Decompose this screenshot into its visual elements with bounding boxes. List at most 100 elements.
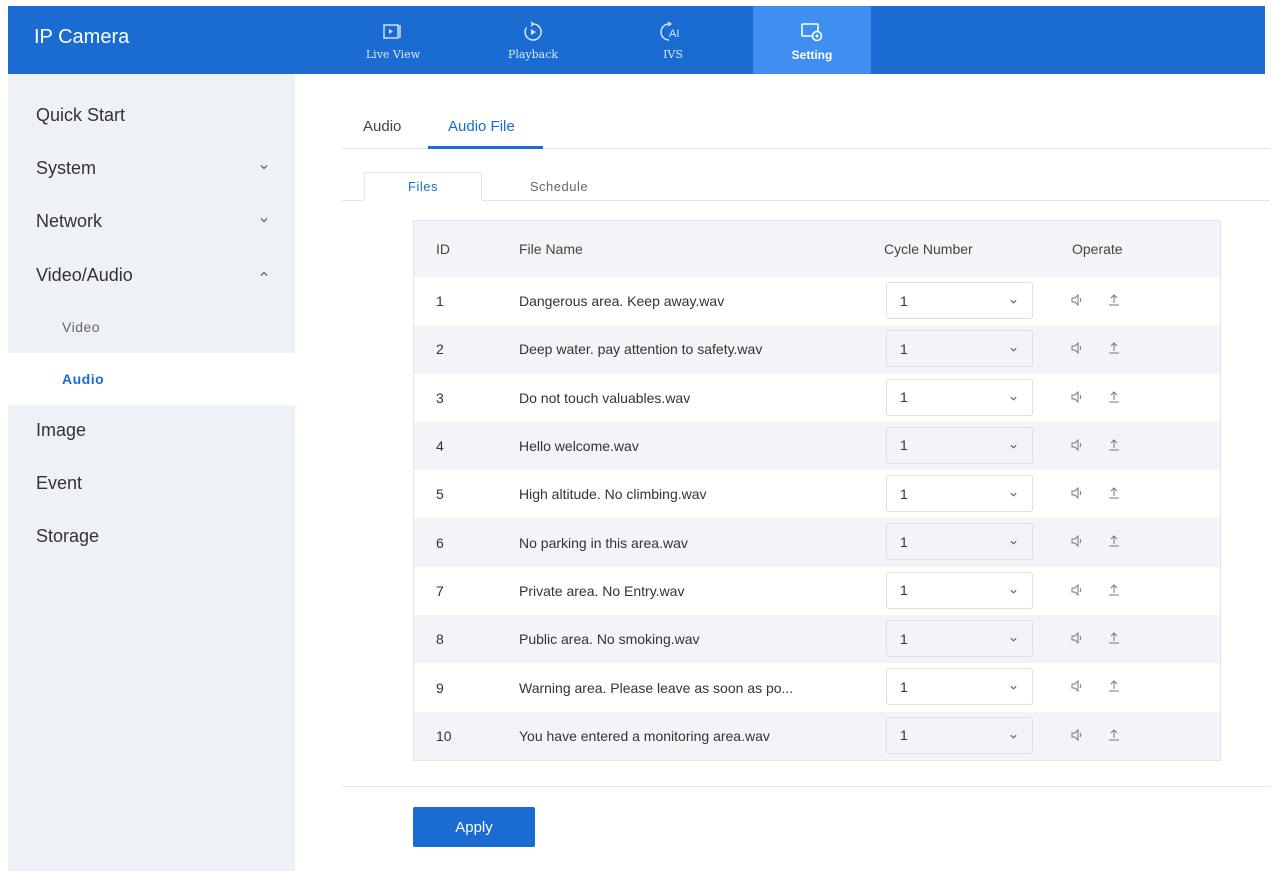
sidebar-item-storage[interactable]: Storage bbox=[8, 510, 295, 562]
upload-icon[interactable] bbox=[1106, 582, 1122, 598]
row-id: 8 bbox=[436, 631, 444, 648]
play-audio-icon[interactable] bbox=[1069, 437, 1085, 453]
row-id: 10 bbox=[436, 727, 452, 744]
cycle-number-select[interactable]: 1 bbox=[886, 620, 1033, 658]
play-audio-icon[interactable] bbox=[1069, 678, 1085, 694]
play-audio-icon[interactable] bbox=[1069, 727, 1085, 743]
nav-setting[interactable]: Setting bbox=[753, 6, 871, 74]
subtab-files[interactable]: Files bbox=[364, 172, 482, 201]
footer-divider bbox=[342, 786, 1270, 787]
cycle-number-value: 1 bbox=[900, 678, 908, 695]
svg-text:AI: AI bbox=[669, 28, 679, 40]
cycle-number-value: 1 bbox=[900, 485, 908, 502]
row-id: 9 bbox=[436, 679, 444, 696]
row-file-name: Do not touch valuables.wav bbox=[519, 389, 691, 406]
cycle-number-value: 1 bbox=[900, 340, 908, 357]
cycle-number-select[interactable]: 1 bbox=[886, 378, 1033, 416]
upload-icon[interactable] bbox=[1106, 533, 1122, 549]
cycle-number-select[interactable]: 1 bbox=[886, 716, 1033, 754]
cycle-number-value: 1 bbox=[900, 389, 908, 406]
sidebar-item-quick-start[interactable]: Quick Start bbox=[8, 89, 295, 141]
row-file-name: Deep water. pay attention to safety.wav bbox=[519, 341, 763, 358]
table-row: 9 Warning area. Please leave as soon as p… bbox=[414, 663, 1220, 711]
row-file-name: You have entered a monitoring area.wav bbox=[519, 727, 770, 744]
tab-audio-file[interactable]: Audio File bbox=[448, 118, 515, 135]
table-row: 6 No parking in this area.wav 1 bbox=[414, 518, 1220, 567]
sidebar-item-label: Video/Audio bbox=[36, 264, 133, 285]
play-audio-icon[interactable] bbox=[1069, 292, 1085, 308]
apply-button[interactable]: Apply bbox=[413, 807, 535, 847]
sidebar-item-label: System bbox=[36, 157, 97, 178]
cycle-number-select[interactable]: 1 bbox=[886, 426, 1033, 464]
cycle-number-select[interactable]: 1 bbox=[886, 668, 1033, 706]
upload-icon[interactable] bbox=[1106, 389, 1122, 405]
row-file-name: Private area. No Entry.wav bbox=[519, 582, 685, 599]
row-id: 4 bbox=[436, 438, 444, 455]
play-audio-icon[interactable] bbox=[1069, 340, 1085, 356]
upload-icon[interactable] bbox=[1106, 678, 1122, 694]
nav-live-view[interactable]: Live View bbox=[334, 6, 452, 74]
tab-audio[interactable]: Audio bbox=[363, 118, 401, 135]
ai-icon: AI bbox=[660, 19, 686, 45]
nav-setting-label: Setting bbox=[791, 47, 833, 62]
cycle-number-value: 1 bbox=[900, 292, 908, 309]
table-header: ID File Name Cycle Number Operate bbox=[414, 221, 1220, 277]
cycle-number-value: 1 bbox=[900, 630, 908, 647]
row-id: 5 bbox=[436, 486, 444, 503]
chevron-down-icon bbox=[260, 165, 268, 170]
cycle-number-select[interactable]: 1 bbox=[886, 523, 1033, 561]
chevron-down-icon bbox=[260, 218, 268, 223]
sidebar-subitem-label: Audio bbox=[62, 371, 105, 387]
playback-icon bbox=[522, 19, 544, 45]
upload-icon[interactable] bbox=[1106, 437, 1122, 453]
sidebar-item-label: Image bbox=[36, 419, 87, 440]
cycle-number-value: 1 bbox=[900, 582, 908, 599]
upload-icon[interactable] bbox=[1106, 292, 1122, 308]
row-id: 2 bbox=[436, 341, 444, 358]
play-audio-icon[interactable] bbox=[1069, 533, 1085, 549]
sidebar-item-label: Event bbox=[36, 472, 83, 493]
nav-ivs-label: IVS bbox=[663, 48, 683, 61]
nav-live-view-label: Live View bbox=[365, 48, 421, 61]
header-file-name: File Name bbox=[519, 241, 583, 257]
header-id: ID bbox=[436, 241, 450, 257]
upload-icon[interactable] bbox=[1106, 630, 1122, 646]
play-audio-icon[interactable] bbox=[1069, 630, 1085, 646]
play-audio-icon[interactable] bbox=[1069, 582, 1085, 598]
table-row: 10 You have entered a monitoring area.wav… bbox=[414, 711, 1220, 760]
sidebar-subitem-audio[interactable]: Audio bbox=[8, 353, 295, 405]
sidebar-item-event[interactable]: Event bbox=[8, 457, 295, 509]
table-row: 1 Dangerous area. Keep away.wav 1 bbox=[414, 277, 1220, 325]
audio-files-table: ID File Name Cycle Number Operate 1 Dange… bbox=[413, 220, 1221, 761]
row-file-name: Warning area. Please leave as soon as po… bbox=[519, 679, 794, 696]
row-id: 7 bbox=[436, 582, 444, 599]
live-view-icon bbox=[382, 19, 404, 45]
cycle-number-value: 1 bbox=[900, 727, 908, 744]
play-audio-icon[interactable] bbox=[1069, 485, 1085, 501]
top-bar: IP Camera Live View Playback AI IVS Sett… bbox=[8, 6, 1265, 74]
sidebar-subitem-video[interactable]: Video bbox=[8, 301, 295, 353]
upload-icon[interactable] bbox=[1106, 340, 1122, 356]
nav-playback-label: Playback bbox=[507, 48, 559, 61]
upload-icon[interactable] bbox=[1106, 485, 1122, 501]
sidebar-item-label: Quick Start bbox=[36, 104, 126, 125]
nav-ivs[interactable]: AI IVS bbox=[614, 6, 732, 74]
sidebar-item-video-audio[interactable]: Video/Audio bbox=[8, 249, 295, 301]
sidebar-item-network[interactable]: Network bbox=[8, 195, 295, 247]
row-id: 1 bbox=[436, 293, 444, 310]
cycle-number-select[interactable]: 1 bbox=[886, 571, 1033, 609]
cycle-number-select[interactable]: 1 bbox=[886, 330, 1033, 368]
cycle-number-select[interactable]: 1 bbox=[886, 475, 1033, 513]
nav-playback[interactable]: Playback bbox=[474, 6, 592, 74]
sidebar-item-system[interactable]: System bbox=[8, 142, 295, 194]
app-title: IP Camera bbox=[34, 26, 130, 48]
header-operate: Operate bbox=[1072, 241, 1123, 257]
sidebar-item-image[interactable]: Image bbox=[8, 404, 295, 456]
setting-icon bbox=[800, 19, 824, 45]
header-cycle-number: Cycle Number bbox=[884, 241, 973, 257]
play-audio-icon[interactable] bbox=[1069, 389, 1085, 405]
upload-icon[interactable] bbox=[1106, 727, 1122, 743]
cycle-number-value: 1 bbox=[900, 437, 908, 454]
subtab-schedule[interactable]: Schedule bbox=[500, 172, 618, 201]
cycle-number-select[interactable]: 1 bbox=[886, 282, 1033, 319]
